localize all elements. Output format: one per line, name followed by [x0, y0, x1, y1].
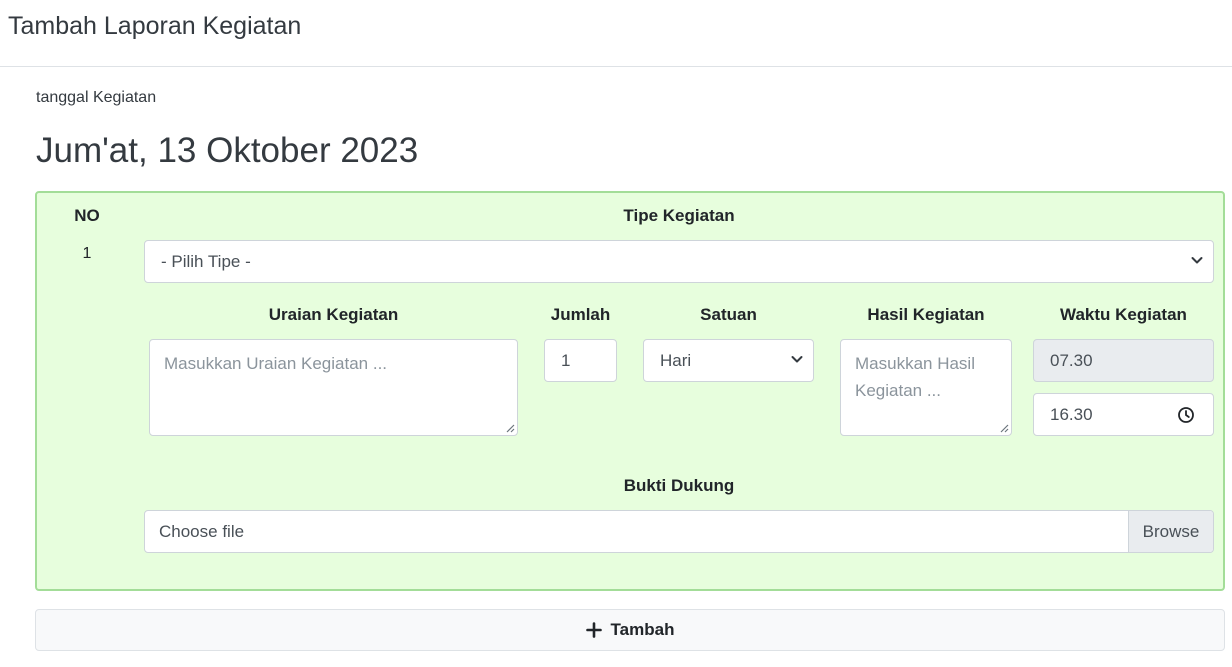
- satuan-selected: Hari: [660, 350, 692, 370]
- header-no: NO: [74, 206, 100, 225]
- uraian-kegiatan-placeholder: Masukkan Uraian Kegiatan ...: [164, 354, 388, 373]
- waktu-mulai-value: 07.30: [1050, 350, 1093, 370]
- waktu-selesai-input[interactable]: 16.30: [1033, 393, 1214, 436]
- jumlah-input[interactable]: 1: [544, 339, 617, 382]
- page-title: Tambah Laporan Kegiatan: [8, 12, 302, 40]
- date-value: Jum'at, 13 Oktober 2023: [36, 131, 419, 170]
- add-row-button[interactable]: Tambah: [35, 609, 1225, 651]
- date-label: tanggal Kegiatan: [36, 89, 157, 106]
- uraian-kegiatan-textarea[interactable]: Masukkan Uraian Kegiatan ...: [149, 339, 518, 436]
- tipe-kegiatan-select[interactable]: - Pilih Tipe -: [144, 240, 1214, 283]
- waktu-mulai-input: 07.30: [1033, 339, 1214, 382]
- bukti-dukung-file-input[interactable]: Choose file Browse: [144, 510, 1214, 553]
- page-header: Tambah Laporan Kegiatan: [0, 0, 1232, 67]
- hasil-kegiatan-textarea[interactable]: Masukkan Hasil Kegiatan ...: [840, 339, 1012, 436]
- clock-icon[interactable]: [1177, 406, 1195, 424]
- header-tipe-kegiatan: Tipe Kegiatan: [623, 206, 735, 225]
- tipe-kegiatan-selected: - Pilih Tipe -: [161, 251, 251, 271]
- header-uraian-kegiatan: Uraian Kegiatan: [268, 305, 399, 324]
- header-bukti-dukung: Bukti Dukung: [623, 476, 735, 495]
- waktu-selesai-value: 16.30: [1050, 404, 1093, 424]
- chevron-down-icon: [1191, 254, 1203, 266]
- resize-handle-icon[interactable]: [999, 423, 1009, 433]
- add-row-label: Tambah: [610, 620, 675, 639]
- hasil-kegiatan-placeholder: Masukkan Hasil Kegiatan ...: [855, 354, 975, 400]
- satuan-select[interactable]: Hari: [643, 339, 814, 382]
- header-hasil-kegiatan: Hasil Kegiatan: [867, 305, 985, 324]
- file-input-label: Choose file: [159, 522, 245, 541]
- chevron-down-icon: [791, 353, 803, 365]
- row-number: 1: [82, 245, 92, 262]
- header-jumlah: Jumlah: [550, 305, 611, 324]
- header-waktu-kegiatan: Waktu Kegiatan: [1060, 305, 1187, 324]
- plus-icon: [585, 622, 602, 638]
- browse-button[interactable]: Browse: [1128, 511, 1213, 552]
- header-satuan: Satuan: [700, 305, 757, 324]
- jumlah-value: 1: [561, 350, 571, 370]
- resize-handle-icon[interactable]: [505, 423, 515, 433]
